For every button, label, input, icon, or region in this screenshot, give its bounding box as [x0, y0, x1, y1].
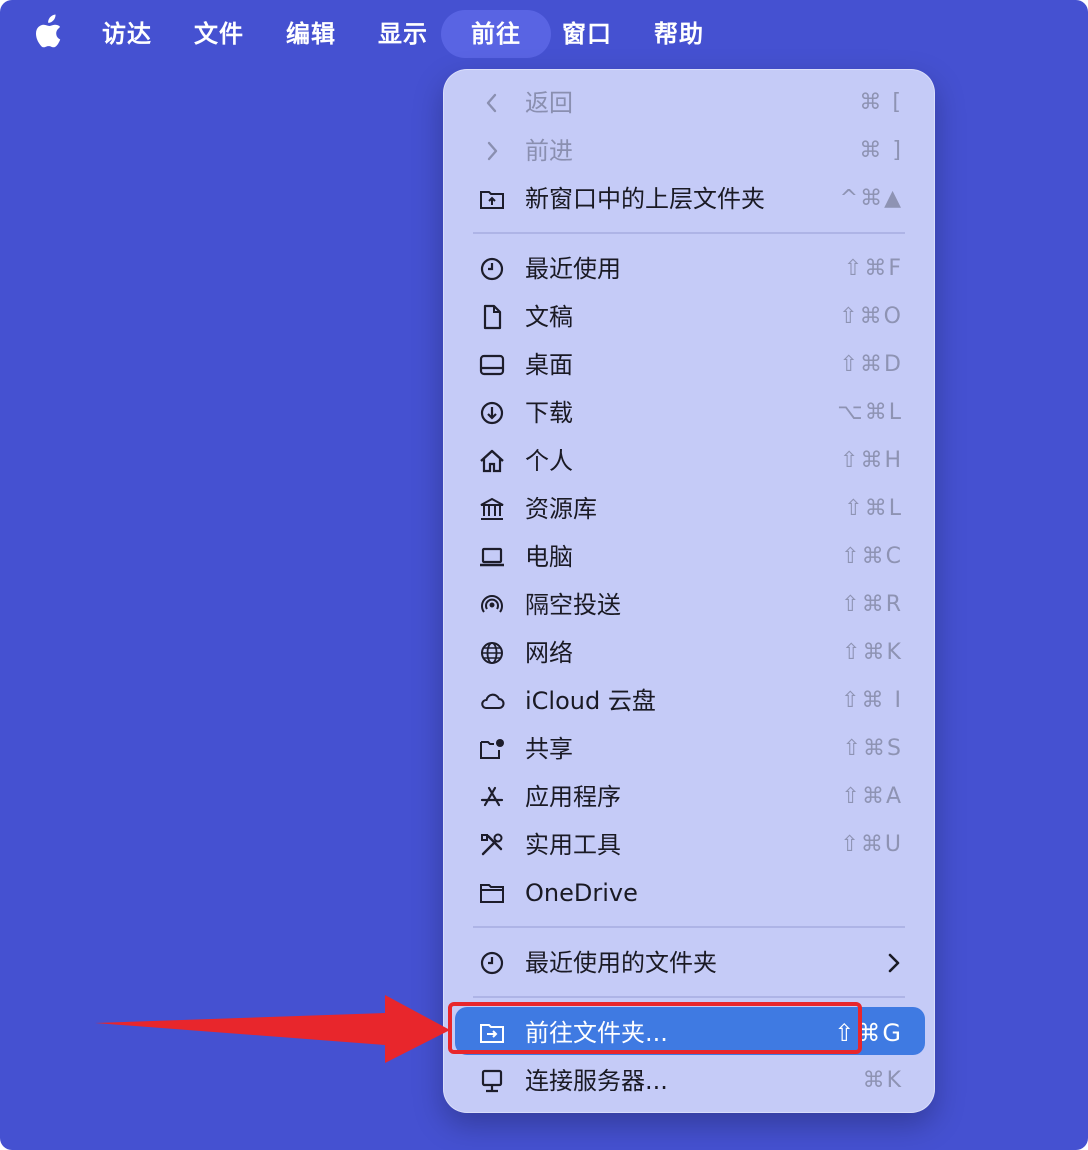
menu-item-recent-folders[interactable]: 最近使用的文件夹 [443, 939, 935, 987]
server-icon [479, 1068, 505, 1094]
menu-item-applications[interactable]: 应用程序 ⇧⌘A [443, 773, 935, 821]
menu-item-icloud-drive[interactable]: iCloud 云盘 ⇧⌘ I [443, 677, 935, 725]
menu-item-label: OneDrive [525, 879, 638, 907]
menu-item-label: 电脑 [525, 543, 573, 571]
menu-item-label: 资源库 [525, 495, 597, 523]
menubar-finder[interactable]: 访达 [95, 10, 159, 58]
menu-item-connect-server[interactable]: 连接服务器... ⌘K [443, 1057, 935, 1105]
folder-up-icon [479, 186, 505, 212]
shared-folder-icon [479, 736, 505, 762]
menu-item-label: 新窗口中的上层文件夹 [525, 185, 765, 213]
menu-item-label: 桌面 [525, 351, 573, 379]
shortcut: ⇧⌘H [840, 448, 903, 473]
menu-item-label: 应用程序 [525, 783, 621, 811]
desktop-background: 访达 文件 编辑 显示 前往 窗口 帮助 返回 ⌘ [ 前进 ⌘ ] 新窗口中的… [0, 0, 1088, 1150]
shortcut: ⇧⌘K [842, 640, 903, 665]
menu-item-label: 共享 [525, 735, 573, 763]
menubar-view[interactable]: 显示 [371, 10, 435, 58]
airdrop-icon [479, 592, 505, 618]
annotation-highlight-box [448, 1002, 862, 1054]
menu-bar: 访达 文件 编辑 显示 前往 窗口 帮助 [0, 0, 1088, 68]
shortcut: ⌘K [862, 1068, 903, 1093]
shortcut: ⇧⌘O [839, 304, 903, 329]
menu-item-label: 隔空投送 [525, 591, 621, 619]
menu-item-label: 最近使用的文件夹 [525, 949, 717, 977]
menu-item-onedrive[interactable]: OneDrive [443, 869, 935, 917]
chevron-right-icon [479, 138, 505, 164]
menu-item-enclosing-folder[interactable]: 新窗口中的上层文件夹 ^⌘▲ [443, 175, 935, 223]
document-icon [479, 304, 505, 330]
tools-icon [479, 832, 505, 858]
separator [473, 926, 905, 928]
menu-item-desktop[interactable]: 桌面 ⇧⌘D [443, 341, 935, 389]
menu-item-recents[interactable]: 最近使用 ⇧⌘F [443, 245, 935, 293]
shortcut: ⌥⌘L [837, 400, 903, 425]
shortcut: ⇧⌘S [842, 736, 903, 761]
library-icon [479, 496, 505, 522]
home-icon [479, 448, 505, 474]
shortcut: ⇧⌘ I [841, 688, 903, 713]
separator [473, 996, 905, 998]
menu-item-shared[interactable]: 共享 ⇧⌘S [443, 725, 935, 773]
menu-item-label: 实用工具 [525, 831, 621, 859]
menu-item-label: 下载 [525, 399, 573, 427]
menu-item-label: 返回 [525, 89, 573, 117]
menubar-help[interactable]: 帮助 [647, 10, 711, 58]
menu-item-utilities[interactable]: 实用工具 ⇧⌘U [443, 821, 935, 869]
shortcut: ⇧⌘L [844, 496, 903, 521]
menu-item-label: 个人 [525, 447, 573, 475]
laptop-icon [479, 544, 505, 570]
menubar-go[interactable]: 前往 [441, 10, 551, 58]
menu-item-forward[interactable]: 前进 ⌘ ] [443, 127, 935, 175]
shortcut: ⇧⌘C [841, 544, 903, 569]
shortcut: ⇧⌘A [841, 784, 903, 809]
menu-item-label: 最近使用 [525, 255, 621, 283]
go-menu-dropdown: 返回 ⌘ [ 前进 ⌘ ] 新窗口中的上层文件夹 ^⌘▲ 最近使用 ⇧⌘F 文稿… [443, 69, 935, 1113]
menubar-edit[interactable]: 编辑 [279, 10, 343, 58]
app-store-icon [479, 784, 505, 810]
download-icon [479, 400, 505, 426]
chevron-left-icon [479, 90, 505, 116]
menu-item-label: iCloud 云盘 [525, 687, 656, 715]
menu-item-documents[interactable]: 文稿 ⇧⌘O [443, 293, 935, 341]
menu-item-library[interactable]: 资源库 ⇧⌘L [443, 485, 935, 533]
chevron-right-icon [888, 953, 900, 973]
menu-item-network[interactable]: 网络 ⇧⌘K [443, 629, 935, 677]
separator [473, 232, 905, 234]
shortcut: ⌘ [ [859, 90, 903, 115]
menu-item-label: 文稿 [525, 303, 573, 331]
shortcut: ⇧⌘U [840, 832, 903, 857]
annotation-arrow-icon [95, 995, 450, 1063]
clock-icon [479, 256, 505, 282]
shortcut: ⇧⌘F [843, 256, 903, 281]
menu-item-label: 网络 [525, 639, 573, 667]
folder-icon [479, 880, 505, 906]
menu-item-label: 连接服务器... [525, 1067, 668, 1095]
menubar-window[interactable]: 窗口 [555, 10, 619, 58]
menu-item-label: 前进 [525, 137, 573, 165]
shortcut: ⇧⌘D [839, 352, 903, 377]
menu-item-airdrop[interactable]: 隔空投送 ⇧⌘R [443, 581, 935, 629]
menu-item-downloads[interactable]: 下载 ⌥⌘L [443, 389, 935, 437]
menu-item-home[interactable]: 个人 ⇧⌘H [443, 437, 935, 485]
shortcut: ⇧⌘R [841, 592, 903, 617]
shortcut: ⌘ ] [859, 138, 903, 163]
desktop-icon [479, 352, 505, 378]
menubar-file[interactable]: 文件 [187, 10, 251, 58]
shortcut: ^⌘▲ [839, 186, 903, 211]
clock-icon [479, 950, 505, 976]
apple-logo-icon[interactable] [33, 14, 65, 50]
menu-item-back[interactable]: 返回 ⌘ [ [443, 79, 935, 127]
globe-icon [479, 640, 505, 666]
menu-item-computer[interactable]: 电脑 ⇧⌘C [443, 533, 935, 581]
cloud-icon [479, 688, 505, 714]
